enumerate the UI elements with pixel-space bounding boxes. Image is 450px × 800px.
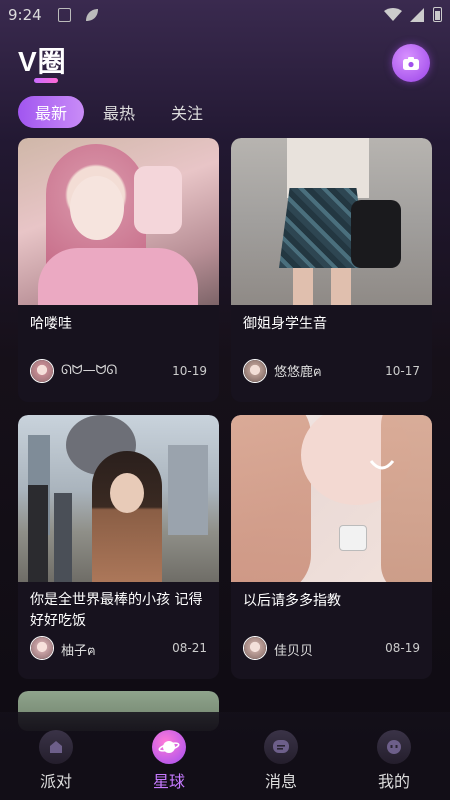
profile-icon <box>377 730 411 764</box>
camera-icon <box>403 57 419 70</box>
post-card[interactable]: 你是全世界最棒的小孩 记得好好吃饭 柚子ฅ 08-21 <box>18 415 219 679</box>
post-username: 悠悠鹿ฅ <box>274 365 322 380</box>
logo-underline <box>34 78 58 83</box>
nav-planet-label: 星球 <box>152 772 185 791</box>
nav-party[interactable]: 派对 <box>26 730 86 792</box>
battery-icon <box>433 7 442 22</box>
post-title: 哈喽哇 <box>30 316 72 332</box>
avatar[interactable] <box>30 359 54 383</box>
status-bar: 9:24 <box>0 0 450 30</box>
tab-following[interactable]: 关注 <box>154 96 220 128</box>
post-date: 10-17 <box>385 364 420 378</box>
nav-profile-label: 我的 <box>377 772 410 791</box>
tab-latest[interactable]: 最新 <box>18 96 85 128</box>
planet-icon <box>152 730 186 764</box>
post-date: 10-19 <box>172 364 207 378</box>
app-logo: V圈 <box>18 46 67 77</box>
camera-button[interactable] <box>392 44 430 82</box>
bottom-nav: 派对 星球 消息 我的 <box>0 712 450 800</box>
notification-icon <box>58 8 71 22</box>
post-photo <box>18 138 219 305</box>
nav-planet[interactable]: 星球 <box>139 730 199 792</box>
post-title: 你是全世界最棒的小孩 记得好好吃饭 <box>30 592 203 629</box>
status-time: 9:24 <box>8 6 42 24</box>
post-username: 佳贝贝 <box>274 644 314 659</box>
leaf-icon <box>86 9 98 21</box>
avatar[interactable] <box>243 636 267 660</box>
mouth-sticker <box>369 460 395 470</box>
post-date: 08-19 <box>385 641 420 655</box>
message-icon <box>264 730 298 764</box>
nav-messages-label: 消息 <box>264 772 297 791</box>
nav-party-label: 派对 <box>39 772 72 791</box>
feed-tabs: 最新 最热 关注 <box>18 96 222 128</box>
post-photo <box>231 415 432 582</box>
nav-profile[interactable]: 我的 <box>364 730 424 792</box>
post-card[interactable]: 以后请多多指教 佳贝贝 08-19 <box>231 415 432 679</box>
post-card[interactable]: 哈喽哇 ᘏᗢ—ᗢᘏ 10-19 <box>18 138 219 402</box>
nav-messages[interactable]: 消息 <box>251 730 311 792</box>
house-icon <box>39 730 73 764</box>
post-title: 御姐身学生音 <box>243 316 327 332</box>
post-date: 08-21 <box>172 641 207 655</box>
avatar[interactable] <box>243 359 267 383</box>
tab-hottest[interactable]: 最热 <box>86 96 152 128</box>
status-icons <box>384 7 442 22</box>
post-photo <box>231 138 432 305</box>
signal-icon <box>410 7 424 22</box>
post-photo <box>18 415 219 582</box>
post-username: ᘏᗢ—ᗢᘏ <box>61 363 118 378</box>
post-title: 以后请多多指教 <box>243 593 341 609</box>
post-username: 柚子ฅ <box>61 644 96 659</box>
post-card[interactable]: 御姐身学生音 悠悠鹿ฅ 10-17 <box>231 138 432 402</box>
avatar[interactable] <box>30 636 54 660</box>
wifi-icon <box>384 7 402 21</box>
